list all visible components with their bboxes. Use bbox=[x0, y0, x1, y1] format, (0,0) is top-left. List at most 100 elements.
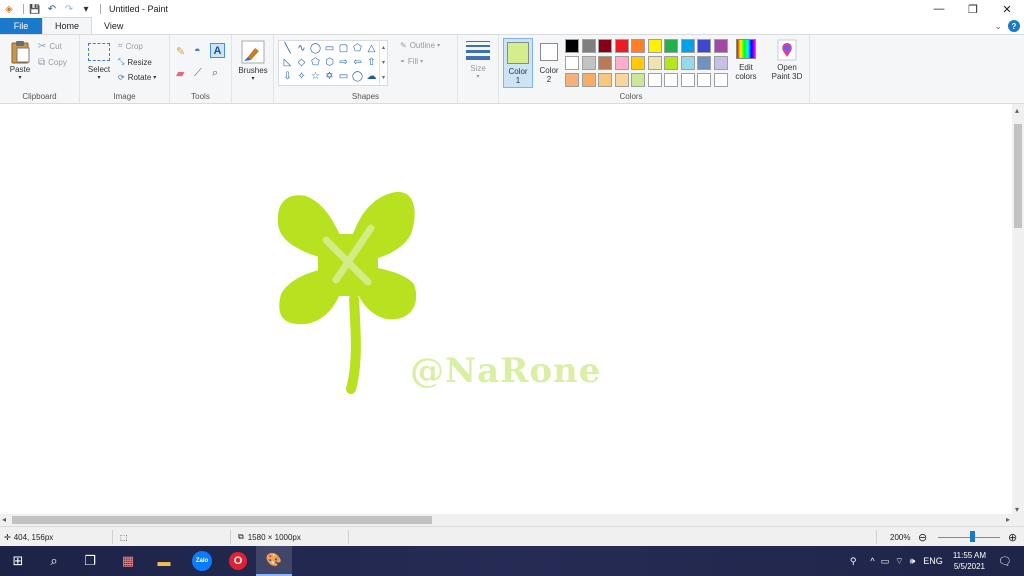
shapes-gallery-scroll[interactable]: ▴ ▾ ▾ bbox=[379, 41, 387, 85]
down-arrow-shape-icon[interactable]: ⇩ bbox=[281, 71, 294, 83]
tab-home[interactable]: Home bbox=[42, 17, 93, 34]
palette-swatch[interactable] bbox=[631, 73, 645, 87]
palette-swatch[interactable] bbox=[713, 39, 728, 53]
five-point-star-shape-icon[interactable]: ☆ bbox=[309, 71, 322, 83]
show-hidden-icons-icon[interactable]: ^ bbox=[870, 556, 874, 566]
horizontal-scrollbar[interactable]: ◂ ▸ bbox=[0, 514, 1024, 526]
four-point-star-shape-icon[interactable]: ✧ bbox=[295, 71, 308, 83]
palette-swatch[interactable] bbox=[581, 39, 596, 53]
brushes-button[interactable]: Brushes ▾ bbox=[236, 40, 270, 84]
left-arrow-shape-icon[interactable]: ⇦ bbox=[351, 57, 364, 69]
palette-swatch[interactable] bbox=[713, 56, 728, 70]
palette-swatch[interactable] bbox=[581, 73, 596, 87]
hexagon-shape-icon[interactable]: ⬡ bbox=[323, 57, 336, 69]
task-view-icon[interactable]: ❐ bbox=[72, 546, 108, 576]
right-arrow-shape-icon[interactable]: ⇨ bbox=[337, 57, 350, 69]
palette-swatch[interactable] bbox=[697, 56, 711, 70]
rotate-button[interactable]: ⟳ Rotate ▾ bbox=[118, 73, 156, 82]
open-paint3d-button[interactable]: Open Paint 3D bbox=[767, 39, 807, 81]
notifications-icon[interactable]: 🗨 bbox=[998, 555, 1012, 568]
drawing-canvas[interactable]: @NaRone bbox=[6, 104, 1012, 514]
minimize-button[interactable]: — bbox=[922, 0, 956, 18]
palette-swatch[interactable] bbox=[664, 73, 678, 87]
paint-app-icon[interactable]: ◈ bbox=[2, 2, 16, 16]
save-icon[interactable]: 💾 bbox=[28, 2, 42, 16]
palette-swatch[interactable] bbox=[680, 56, 695, 70]
color2-button[interactable]: Color 2 bbox=[535, 38, 563, 88]
scroll-down-icon[interactable]: ▾ bbox=[1015, 505, 1019, 514]
paste-dropdown-icon[interactable]: ▾ bbox=[18, 74, 21, 83]
scroll-right-icon[interactable]: ▸ bbox=[1006, 515, 1010, 524]
palette-swatch[interactable] bbox=[614, 39, 629, 53]
rect-callout-shape-icon[interactable]: ▭ bbox=[337, 71, 350, 83]
triangle-shape-icon[interactable]: △ bbox=[365, 43, 378, 55]
rounded-rectangle-shape-icon[interactable]: ▢ bbox=[337, 43, 350, 55]
palette-swatch[interactable] bbox=[647, 39, 662, 53]
zoom-slider-track[interactable] bbox=[938, 537, 1000, 538]
tab-view[interactable]: View bbox=[92, 18, 135, 34]
maximize-button[interactable]: ❐ bbox=[956, 0, 990, 18]
color1-button[interactable]: Color 1 bbox=[503, 38, 533, 88]
resize-button[interactable]: ⤡ Resize bbox=[118, 57, 152, 67]
cloud-callout-shape-icon[interactable]: ☁ bbox=[365, 71, 378, 83]
oval-shape-icon[interactable]: ◯ bbox=[309, 43, 322, 55]
select-button[interactable]: Select ▾ bbox=[84, 43, 114, 83]
battery-icon[interactable]: ▭ bbox=[881, 556, 890, 567]
close-button[interactable]: ✕ bbox=[990, 0, 1024, 18]
search-icon[interactable]: ⌕ bbox=[36, 546, 72, 576]
palette-swatch[interactable] bbox=[565, 73, 579, 87]
palette-swatch[interactable] bbox=[614, 73, 629, 87]
rectangle-shape-icon[interactable]: ▭ bbox=[323, 43, 336, 55]
people-icon[interactable]: ⚲ bbox=[850, 556, 857, 567]
oval-callout-shape-icon[interactable]: ◯ bbox=[351, 71, 364, 83]
palette-swatch[interactable] bbox=[598, 73, 612, 87]
palette-swatch[interactable] bbox=[631, 39, 645, 53]
collapse-ribbon-icon[interactable]: ⌄ bbox=[994, 21, 1002, 32]
vertical-scrollbar[interactable]: ▴ ▾ bbox=[1012, 104, 1024, 516]
polygon-shape-icon[interactable]: ⬠ bbox=[351, 43, 364, 55]
help-icon[interactable]: ? bbox=[1008, 20, 1020, 32]
curve-shape-icon[interactable]: ∿ bbox=[295, 43, 308, 55]
paint-taskbar-icon[interactable]: 🎨 bbox=[256, 546, 292, 576]
palette-swatch[interactable] bbox=[598, 56, 612, 70]
zalo-icon[interactable]: Zalo bbox=[184, 546, 220, 576]
outline-button[interactable]: ✎ Outline ▾ bbox=[400, 41, 440, 50]
file-explorer-icon[interactable]: ▬ bbox=[146, 546, 182, 576]
fill-bucket-icon[interactable]: ◓ bbox=[194, 45, 201, 57]
undo-icon[interactable]: ↶ bbox=[45, 2, 59, 16]
edit-colors-button[interactable]: Edit colors bbox=[733, 39, 759, 81]
line-shape-icon[interactable]: ╲ bbox=[281, 43, 294, 55]
zoom-slider-thumb[interactable] bbox=[970, 531, 975, 542]
magnifier-icon[interactable]: ⌕ bbox=[212, 67, 218, 80]
fill-button[interactable]: ◓ Fill ▾ bbox=[400, 57, 423, 66]
network-icon[interactable]: ⌔ bbox=[895, 556, 903, 567]
copy-button[interactable]: ⧉ Copy bbox=[38, 57, 67, 68]
color-picker-icon[interactable]: ⟋ bbox=[194, 67, 202, 80]
palette-swatch[interactable] bbox=[614, 56, 629, 70]
palette-swatch[interactable] bbox=[697, 39, 711, 53]
palette-swatch[interactable] bbox=[565, 39, 579, 53]
palette-swatch[interactable] bbox=[598, 39, 612, 53]
vertical-scroll-thumb[interactable] bbox=[1014, 124, 1022, 228]
start-icon[interactable]: ⊞ bbox=[0, 546, 36, 576]
palette-swatch[interactable] bbox=[647, 73, 662, 87]
palette-swatch[interactable] bbox=[664, 39, 678, 53]
palette-swatch[interactable] bbox=[713, 73, 728, 87]
palette-swatch[interactable] bbox=[680, 39, 695, 53]
eraser-icon[interactable]: ▰ bbox=[176, 67, 184, 80]
palette-swatch[interactable] bbox=[664, 56, 678, 70]
pentagon-shape-icon[interactable]: ⬠ bbox=[309, 57, 322, 69]
palette-swatch[interactable] bbox=[647, 56, 662, 70]
six-point-star-shape-icon[interactable]: ✡ bbox=[323, 71, 336, 83]
cut-button[interactable]: ✂ Cut bbox=[38, 41, 62, 52]
crop-button[interactable]: ⌗ Crop bbox=[118, 41, 143, 51]
zoom-in-icon[interactable]: ⊕ bbox=[1008, 527, 1017, 547]
customize-qat-icon[interactable]: ▾ bbox=[79, 2, 93, 16]
up-arrow-shape-icon[interactable]: ⇧ bbox=[365, 57, 378, 69]
size-button[interactable]: Size ▾ bbox=[462, 41, 494, 82]
redo-icon[interactable]: ↷ bbox=[62, 2, 76, 16]
volume-icon[interactable]: 🕪 bbox=[910, 556, 916, 567]
input-language[interactable]: ENG bbox=[923, 556, 943, 566]
palette-swatch[interactable] bbox=[631, 56, 645, 70]
palette-swatch[interactable] bbox=[697, 73, 711, 87]
